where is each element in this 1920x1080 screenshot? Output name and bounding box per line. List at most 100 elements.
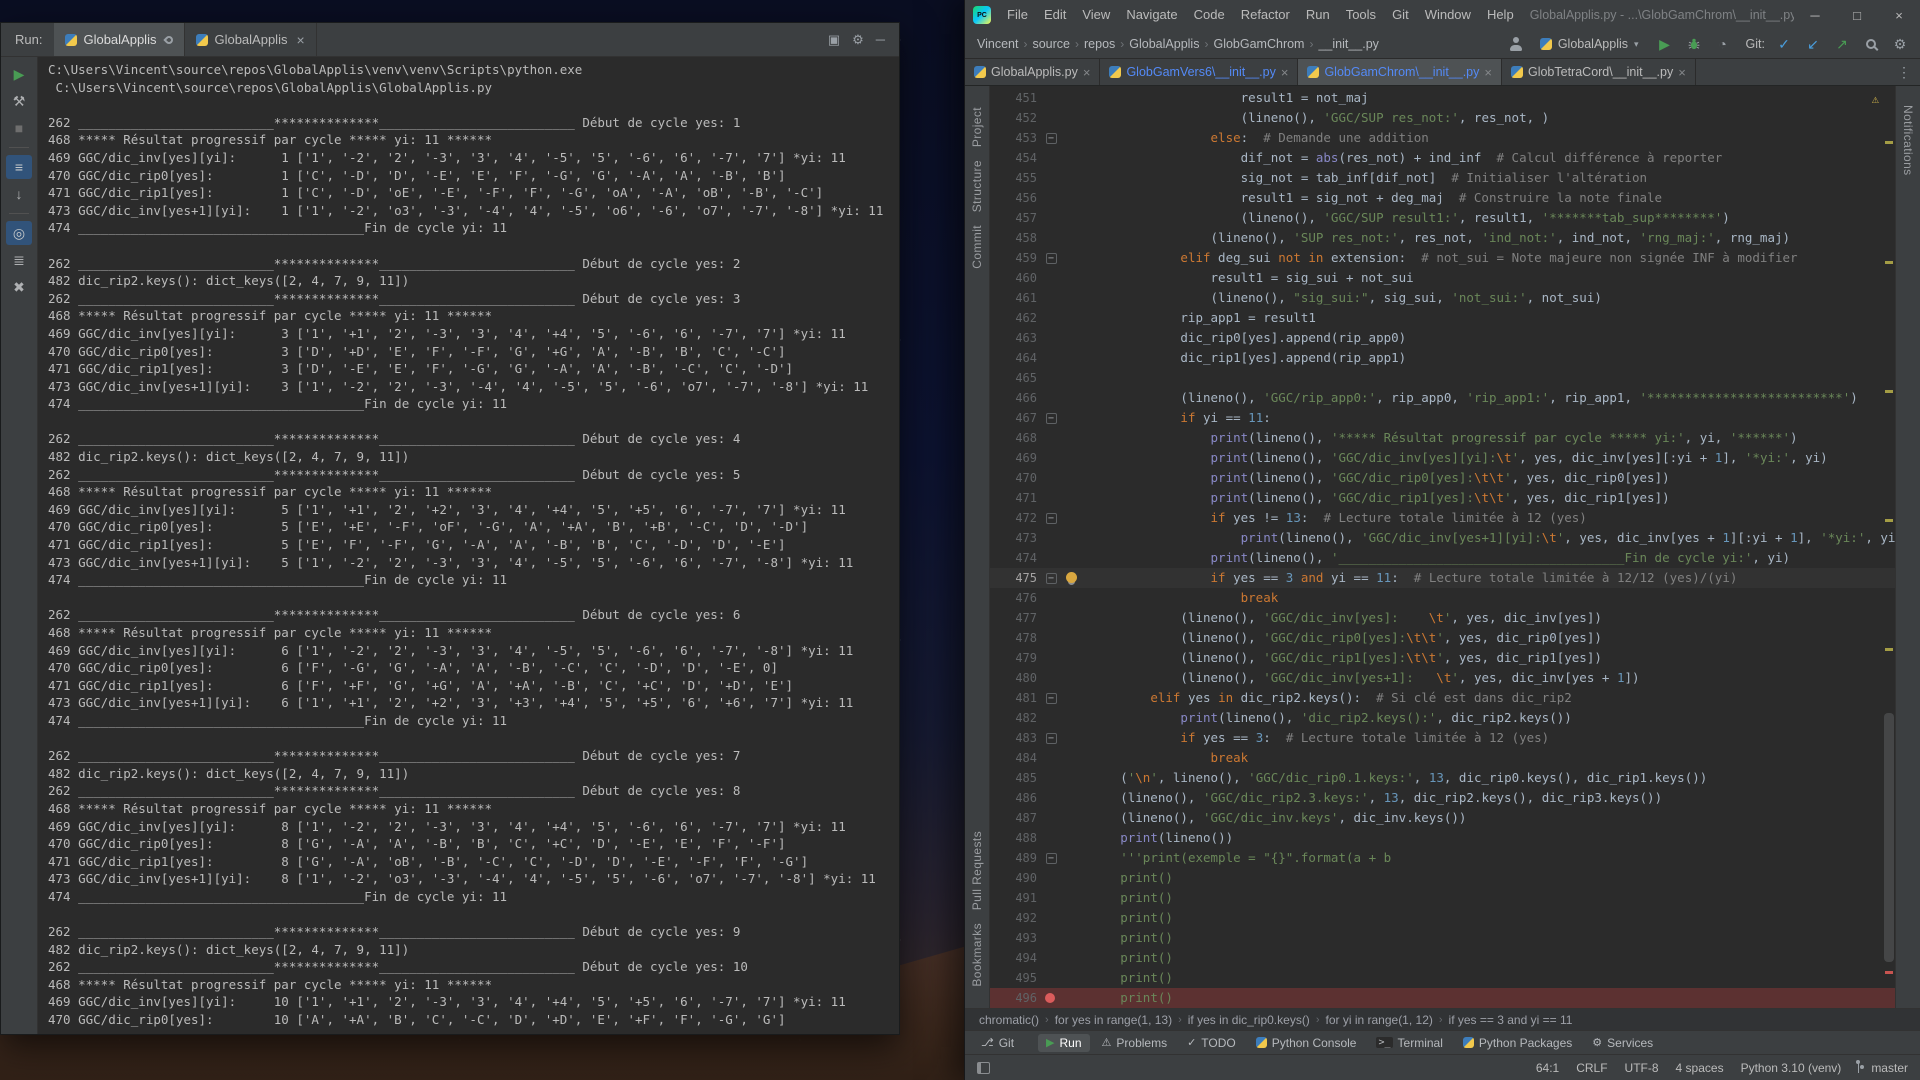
close-icon[interactable]: × [296,32,304,48]
intention-bulb-icon[interactable] [1066,572,1077,583]
editor-scrollbar[interactable] [1883,86,1895,1008]
settings-icon[interactable]: ⚙ [852,32,864,48]
line-number[interactable]: 476 [990,588,1042,608]
code-line[interactable]: 457 (lineno(), 'GGC/SUP result1:', resul… [990,208,1895,228]
line-number[interactable]: 495 [990,968,1042,988]
line-number[interactable]: 474 [990,548,1042,568]
console-output[interactable]: C:\Users\Vincent\source\repos\GlobalAppl… [38,57,899,1034]
menu-navigate[interactable]: Navigate [1118,0,1185,30]
code-line[interactable]: 475− if yes == 3 and yi == 11: # Lecture… [990,568,1895,588]
stripe-button-structure[interactable]: Structure [970,160,984,212]
line-number[interactable]: 485 [990,768,1042,788]
fold-icon[interactable]: − [1046,413,1057,424]
code-line[interactable]: 470 print(lineno(), 'GGC/dic_rip0[yes]:\… [990,468,1895,488]
code-line[interactable]: 482 print(lineno(), 'dic_rip2.keys():', … [990,708,1895,728]
menu-window[interactable]: Window [1417,0,1479,30]
code-line[interactable]: 485 ('\n', lineno(), 'GGC/dic_rip0.1.key… [990,768,1895,788]
line-number[interactable]: 469 [990,448,1042,468]
code-line[interactable]: 451 result1 = not_maj [990,88,1895,108]
line-number[interactable]: 452 [990,108,1042,128]
code-line[interactable]: 464 dic_rip1[yes].append(rip_app1) [990,348,1895,368]
scroll-to-end-icon[interactable]: ↓ [6,182,32,206]
fold-icon[interactable]: − [1046,573,1057,584]
code-line[interactable]: 472− if yes != 13: # Lecture totale limi… [990,508,1895,528]
code-line[interactable]: 466 (lineno(), 'GGC/rip_app0:', rip_app0… [990,388,1895,408]
status-indent[interactable]: 4 spaces [1676,1061,1724,1075]
editor-tab[interactable]: GlobalApplis.py× [965,59,1100,85]
code-line[interactable]: 471 print(lineno(), 'GGC/dic_rip1[yes]:\… [990,488,1895,508]
code-line[interactable]: 490 print() [990,868,1895,888]
code-line[interactable]: 461 (lineno(), "sig_sui:", sig_sui, 'not… [990,288,1895,308]
close-icon[interactable]: × [1484,65,1492,80]
nav-breadcrumb-item[interactable]: GlobGamChrom [1211,37,1306,51]
line-number[interactable]: 486 [990,788,1042,808]
status-caret-position[interactable]: 64:1 [1536,1061,1559,1075]
settings-gear-icon[interactable]: ⚙ [1890,34,1910,54]
nav-breadcrumb-item[interactable]: repos [1082,37,1117,51]
line-number[interactable]: 464 [990,348,1042,368]
code-line[interactable]: 495 print() [990,968,1895,988]
code-line[interactable]: 484 break [990,748,1895,768]
menu-tools[interactable]: Tools [1338,0,1384,30]
maximize-button[interactable]: □ [1836,0,1878,30]
menu-run[interactable]: Run [1298,0,1338,30]
float-mode-icon[interactable]: ▣ [828,32,840,48]
code-line[interactable]: 496 print() [990,988,1895,1008]
toolwindow-button-git[interactable]: ⎇Git [973,1034,1022,1052]
user-avatar-icon[interactable] [1508,36,1524,52]
line-number[interactable]: 483 [990,728,1042,748]
stripe-button-pull-requests[interactable]: Pull Requests [970,831,984,910]
more-tabs-icon[interactable]: ⋮ [1888,59,1920,85]
line-number[interactable]: 488 [990,828,1042,848]
scrollbar-thumb[interactable] [1884,713,1894,962]
rerun-icon[interactable]: ▶ [6,62,32,86]
status-git-branch[interactable]: master [1858,1061,1908,1075]
menu-edit[interactable]: Edit [1036,0,1074,30]
fold-icon[interactable]: − [1046,853,1057,864]
profiler-icon[interactable]: ◔ [1713,34,1733,54]
line-number[interactable]: 493 [990,928,1042,948]
code-line[interactable]: 479 (lineno(), 'GGC/dic_rip1[yes]:\t\t',… [990,648,1895,668]
close-icon[interactable]: × [1083,65,1091,80]
code-line[interactable]: 456 result1 = sig_not + deg_maj # Constr… [990,188,1895,208]
nav-breadcrumb-item[interactable]: GlobalApplis [1127,37,1201,51]
run-tab[interactable]: GlobalApplis [54,23,185,56]
menu-file[interactable]: File [999,0,1036,30]
menu-refactor[interactable]: Refactor [1233,0,1298,30]
code-line[interactable]: 465 [990,368,1895,388]
code-line[interactable]: 458 (lineno(), 'SUP res_not:', res_not, … [990,228,1895,248]
code-line[interactable]: 468 print(lineno(), '***** Résultat prog… [990,428,1895,448]
line-number[interactable]: 456 [990,188,1042,208]
code-line[interactable]: 483− if yes == 3: # Lecture totale limit… [990,728,1895,748]
git-commit-check-icon[interactable]: ✓ [1774,34,1794,54]
line-number[interactable]: 451 [990,88,1042,108]
code-line[interactable]: 486 (lineno(), 'GGC/dic_rip2.3.keys:', 1… [990,788,1895,808]
code-line[interactable]: 454 dif_not = abs(res_not) + ind_inf # C… [990,148,1895,168]
toolwindow-button-todo[interactable]: ✓TODO [1179,1034,1244,1052]
line-number[interactable]: 477 [990,608,1042,628]
line-number[interactable]: 492 [990,908,1042,928]
line-number[interactable]: 467 [990,408,1042,428]
line-number[interactable]: 496 [990,988,1042,1008]
line-number[interactable]: 457 [990,208,1042,228]
toolwindow-button-services[interactable]: ⚙Services [1584,1034,1661,1052]
menu-view[interactable]: View [1074,0,1118,30]
line-number[interactable]: 473 [990,528,1042,548]
pin-icon[interactable] [164,34,175,45]
print-icon[interactable]: ≣ [6,248,32,272]
run-button[interactable]: ▶ [1655,34,1675,54]
fold-icon[interactable]: − [1046,693,1057,704]
fold-icon[interactable]: − [1046,513,1057,524]
line-number[interactable]: 490 [990,868,1042,888]
code-line[interactable]: 481− elif yes in dic_rip2.keys(): # Si c… [990,688,1895,708]
code-line[interactable]: 455 sig_not = tab_inf[dif_not] # Initial… [990,168,1895,188]
clear-all-icon[interactable]: ✖ [6,275,32,299]
line-number[interactable]: 484 [990,748,1042,768]
line-number[interactable]: 494 [990,948,1042,968]
breadcrumb-item[interactable]: chromatic() [979,1013,1039,1027]
run-tab[interactable]: GlobalApplis× [185,23,316,56]
line-number[interactable]: 463 [990,328,1042,348]
code-line[interactable]: 493 print() [990,928,1895,948]
line-number[interactable]: 459 [990,248,1042,268]
line-number[interactable]: 471 [990,488,1042,508]
